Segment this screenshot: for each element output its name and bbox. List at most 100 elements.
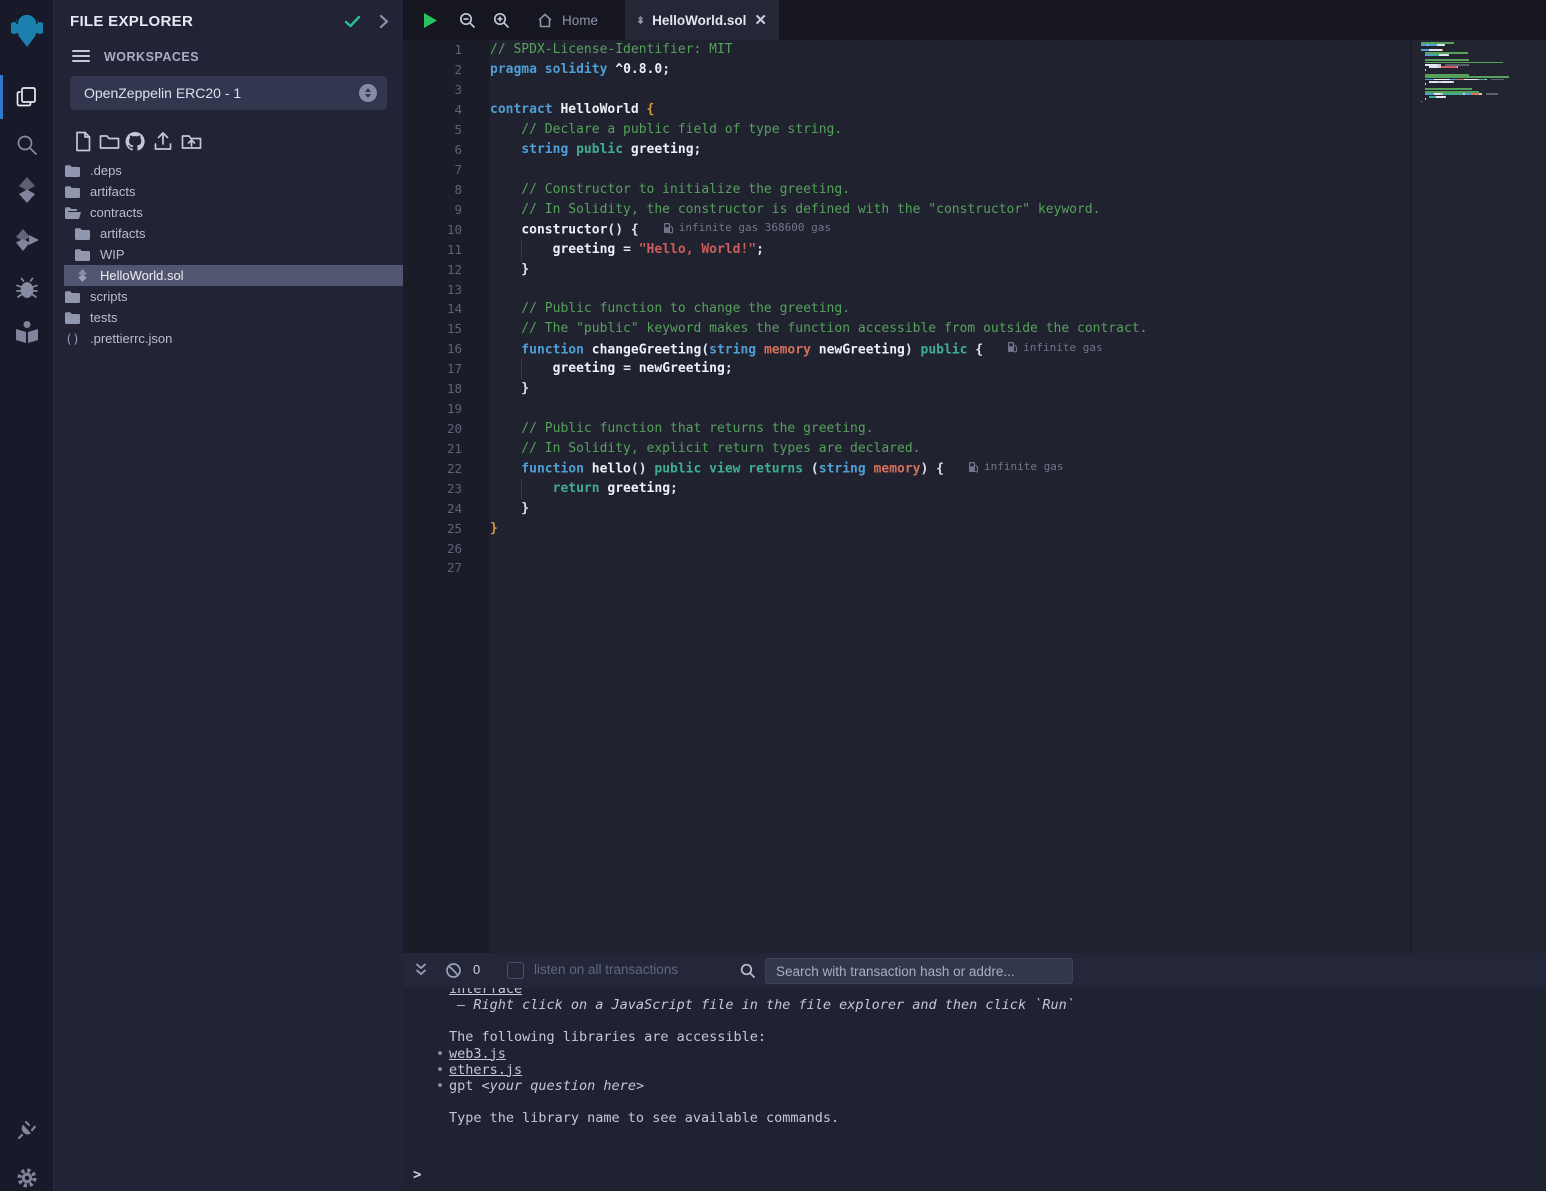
close-tab-icon[interactable]: ✕ (754, 11, 767, 29)
tree-item-artifacts[interactable]: artifacts (64, 181, 403, 202)
search-icon[interactable] (0, 123, 54, 167)
tree-item-artifacts[interactable]: artifacts (64, 223, 403, 244)
line-number: 21 (403, 441, 490, 456)
folder-icon (64, 312, 81, 324)
debugger-icon[interactable] (0, 266, 54, 310)
remix-logo[interactable] (0, 8, 54, 52)
tree-item-label: WIP (100, 247, 125, 262)
code-line: 6 string public greeting; (403, 140, 1411, 160)
file-explorer-header: FILE EXPLORER (54, 10, 403, 36)
clear-console-icon[interactable] (445, 962, 462, 984)
code-text: function hello() public view returns (st… (490, 460, 1063, 477)
transaction-search-input[interactable] (765, 958, 1073, 984)
line-number: 26 (403, 541, 490, 556)
listen-transactions-checkbox[interactable] (507, 962, 524, 979)
settings-gear-icon[interactable] (0, 1156, 54, 1191)
editor-area: Home HelloWorld.sol ✕ 1// SPDX-License-I… (403, 0, 1546, 1191)
line-number: 14 (403, 301, 490, 316)
listen-transactions-label: listen on all transactions (534, 962, 678, 977)
code-text: // Public function to change the greetin… (490, 301, 850, 316)
code-line: 5 // Declare a public field of type stri… (403, 120, 1411, 140)
code-line: 4contract HelloWorld { (403, 100, 1411, 120)
tree-item--deps[interactable]: .deps (64, 160, 403, 181)
code-editor[interactable]: 1// SPDX-License-Identifier: MIT2pragma … (403, 40, 1546, 953)
search-icon (740, 963, 756, 984)
workspace-selected-value: OpenZeppelin ERC20 - 1 (84, 85, 241, 101)
code-line: 11 greeting = "Hello, World!"; (403, 239, 1411, 259)
minimap[interactable] (1421, 42, 1539, 108)
code-line: 10 constructor() {infinite gas 368600 ga… (403, 219, 1411, 239)
code-text: } (490, 262, 529, 277)
code-line: 2pragma solidity ^0.8.0; (403, 60, 1411, 80)
workspace-select[interactable]: OpenZeppelin ERC20 - 1 (70, 76, 387, 110)
terminal-link-web3-js[interactable]: web3.js (449, 1046, 506, 1062)
code-line: 3 (403, 80, 1411, 100)
line-number: 10 (403, 222, 490, 237)
github-icon[interactable] (124, 130, 146, 152)
code-line: 20 // Public function that returns the g… (403, 419, 1411, 439)
tab-home[interactable]: Home (519, 0, 616, 40)
terminal-log-line: web3.js (449, 1046, 1546, 1062)
new-folder-icon[interactable] (98, 130, 120, 152)
tree-item-helloworld-sol[interactable]: HelloWorld.sol (64, 265, 403, 286)
code-lines: 1// SPDX-License-Identifier: MIT2pragma … (403, 40, 1411, 578)
learneth-icon[interactable] (0, 310, 54, 354)
solidity-compiler-icon[interactable] (0, 168, 54, 212)
tree-item-label: .prettierrc.json (90, 331, 172, 346)
tree-item-contracts[interactable]: contracts (64, 202, 403, 223)
file-explorer-icon[interactable] (0, 75, 54, 119)
gas-estimate-badge: infinite gas 368600 gas (663, 221, 831, 234)
line-number: 4 (403, 102, 490, 117)
terminal-log-line: interface (449, 988, 1546, 997)
line-number: 24 (403, 501, 490, 516)
terminal-log-line (449, 1094, 1546, 1110)
workspaces-label: WORKSPACES (104, 50, 199, 64)
line-number: 6 (403, 142, 490, 157)
code-text: } (490, 521, 498, 536)
tree-item-scripts[interactable]: scripts (64, 286, 403, 307)
run-script-button[interactable] (413, 0, 447, 40)
code-text: string public greeting; (490, 142, 701, 157)
upload-file-icon[interactable] (152, 130, 174, 152)
json-file-icon: () (64, 332, 81, 346)
code-line: 26 (403, 538, 1411, 558)
tab-helloworld-sol[interactable]: HelloWorld.sol ✕ (625, 0, 779, 40)
terminal-log: interface – Right click on a JavaScript … (403, 988, 1546, 1191)
terminal-prompt[interactable]: > (413, 1167, 421, 1183)
line-number: 22 (403, 461, 490, 476)
tree-item-wip[interactable]: WIP (64, 244, 403, 265)
folder-icon (74, 228, 91, 240)
code-line: 24 } (403, 498, 1411, 518)
terminal-link-ethers-js[interactable]: ethers.js (449, 1062, 522, 1078)
code-text: function changeGreeting(string memory ne… (490, 341, 1103, 358)
code-line: 7 (403, 160, 1411, 180)
workspace-sort-icon[interactable] (359, 84, 377, 102)
tree-item--prettierrc-json[interactable]: () .prettierrc.json (64, 328, 403, 349)
code-line: 12 } (403, 259, 1411, 279)
workspaces-row: WORKSPACES (54, 48, 403, 68)
code-line: 18 } (403, 379, 1411, 399)
tree-item-label: .deps (90, 163, 122, 178)
code-text: } (490, 501, 529, 516)
upload-folder-icon[interactable] (180, 130, 202, 152)
collapse-terminal-icon[interactable] (413, 962, 429, 983)
code-text: // Constructor to initialize the greetin… (490, 182, 850, 197)
code-text: // In Solidity, the constructor is defin… (490, 202, 1100, 217)
plugin-manager-icon[interactable] (0, 1108, 54, 1152)
new-file-icon[interactable] (72, 130, 94, 152)
zoom-out-icon[interactable] (451, 0, 483, 40)
workspaces-menu-icon[interactable] (72, 50, 90, 64)
zoom-in-icon[interactable] (485, 0, 517, 40)
terminal-log-line: ethers.js (449, 1062, 1546, 1078)
code-text: contract HelloWorld { (490, 102, 654, 117)
deploy-run-icon[interactable] (0, 218, 54, 262)
code-text: pragma solidity ^0.8.0; (490, 62, 670, 77)
line-number: 8 (403, 182, 490, 197)
tree-item-tests[interactable]: tests (64, 307, 403, 328)
folder-open-icon (64, 207, 81, 219)
code-text: // Declare a public field of type string… (490, 122, 842, 137)
tree-item-label: artifacts (90, 184, 136, 199)
line-number: 16 (403, 341, 490, 356)
file-explorer-panel: FILE EXPLORER WORKSPACES OpenZeppelin ER… (54, 0, 403, 1191)
chevron-right-icon[interactable] (379, 14, 389, 34)
